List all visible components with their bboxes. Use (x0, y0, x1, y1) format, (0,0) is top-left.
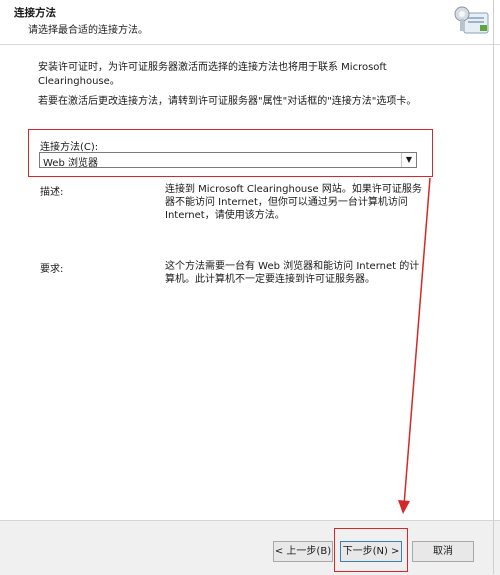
requirements-text: 这个方法需要一台有 Web 浏览器和能访问 Internet 的计算机。此计算机… (165, 261, 420, 285)
wizard-body: 安装许可证时，为许可证服务器激活而选择的连接方法也将用于联系 Microsoft… (0, 45, 500, 520)
license-server-icon (454, 6, 489, 34)
wizard-header: 连接方法 请选择最合适的连接方法。 (0, 0, 500, 45)
wizard-footer: < 上一步(B) 下一步(N) > 取消 (0, 520, 500, 575)
intro-text: 安装许可证时，为许可证服务器激活而选择的连接方法也将用于联系 Microsoft… (38, 62, 387, 87)
description-label: 描述: (40, 187, 64, 198)
cancel-button[interactable]: 取消 (412, 541, 474, 562)
intro-note: 若要在激活后更改连接方法，请转到许可证服务器"属性"对话框的"连接方法"选项卡。 (38, 96, 417, 107)
requirements-label: 要求: (40, 264, 64, 275)
page-subtitle: 请选择最合适的连接方法。 (28, 25, 148, 36)
annotation-highlight-next (334, 528, 408, 572)
page-title: 连接方法 (14, 7, 56, 19)
annotation-highlight-method (28, 129, 433, 177)
back-button[interactable]: < 上一步(B) (273, 541, 333, 562)
window-edge (493, 0, 494, 574)
description-text: 连接到 Microsoft Clearinghouse 网站。如果许可证服务器不… (165, 184, 422, 221)
